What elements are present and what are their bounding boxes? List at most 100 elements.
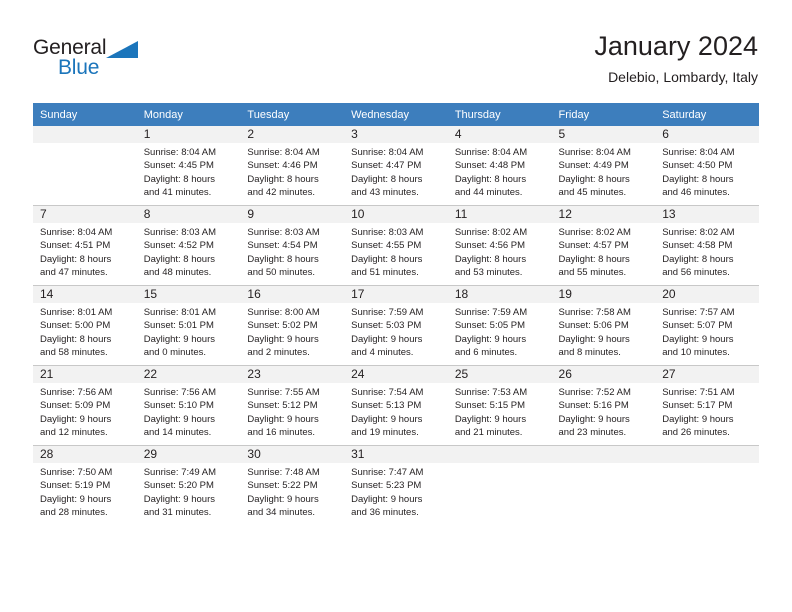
- day-cell-inner: [551, 446, 656, 525]
- calendar-day-cell[interactable]: 27 Sunrise: 7:51 AM Sunset: 5:17 PM Dayligh…: [655, 365, 759, 446]
- day-detail-lines: Sunrise: 8:04 AM Sunset: 4:49 PM Daylight:…: [552, 143, 656, 200]
- daylight-text-cont: and 43 minutes.: [351, 187, 419, 199]
- daylight-text: Daylight: 9 hours: [558, 333, 630, 345]
- daylight-text-cont: and 16 minutes.: [247, 427, 316, 439]
- calendar-day-cell[interactable]: 7 Sunrise: 8:04 AM Sunset: 4:51 PM Daylight…: [33, 205, 137, 286]
- month-calendar: Sunday Monday Tuesday Wednesday Thursday…: [33, 103, 759, 525]
- daylight-text-cont: and 10 minutes.: [662, 347, 730, 359]
- calendar-day-cell[interactable]: 2 Sunrise: 8:04 AM Sunset: 4:46 PM Daylight…: [240, 126, 345, 206]
- day-detail-lines: Sunrise: 8:04 AM Sunset: 4:45 PM Daylight:…: [137, 143, 241, 200]
- calendar-day-cell[interactable]: 18 Sunrise: 7:59 AM Sunset: 5:05 PM Dayligh…: [447, 285, 552, 366]
- daylight-text-cont: and 19 minutes.: [351, 427, 419, 439]
- sunset-text: Sunset: 5:17 PM: [662, 400, 733, 412]
- calendar-day-cell[interactable]: 29 Sunrise: 7:49 AM Sunset: 5:20 PM Dayligh…: [136, 445, 241, 525]
- calendar-day-cell[interactable]: 30 Sunrise: 7:48 AM Sunset: 5:22 PM Dayligh…: [240, 445, 345, 525]
- calendar-day-cell[interactable]: 3 Sunrise: 8:04 AM Sunset: 4:47 PM Daylight…: [344, 126, 448, 206]
- day-detail-lines: Sunrise: 8:04 AM Sunset: 4:48 PM Daylight:…: [448, 143, 552, 200]
- calendar-day-cell[interactable]: 24 Sunrise: 7:54 AM Sunset: 5:13 PM Dayligh…: [344, 365, 448, 446]
- day-number: 27: [655, 366, 759, 383]
- day-number: 4: [447, 126, 552, 143]
- day-number: 11: [447, 206, 552, 223]
- sunset-text: Sunset: 4:56 PM: [454, 240, 526, 252]
- day-number: 16: [240, 286, 345, 303]
- sunset-text: Sunset: 4:52 PM: [143, 240, 214, 252]
- calendar-day-cell[interactable]: 10 Sunrise: 8:03 AM Sunset: 4:55 PM Dayligh…: [344, 205, 448, 286]
- calendar-day-cell[interactable]: 26 Sunrise: 7:52 AM Sunset: 5:16 PM Dayligh…: [551, 365, 656, 446]
- calendar-day-cell[interactable]: 11 Sunrise: 8:02 AM Sunset: 4:56 PM Dayligh…: [447, 205, 552, 286]
- daylight-text: Daylight: 8 hours: [558, 173, 630, 185]
- calendar-day-cell[interactable]: 12 Sunrise: 8:02 AM Sunset: 4:57 PM Dayligh…: [551, 205, 656, 286]
- sunrise-text: Sunrise: 8:04 AM: [40, 227, 113, 238]
- day-number: 29: [136, 446, 241, 463]
- day-cell-inner: 30 Sunrise: 7:48 AM Sunset: 5:22 PM Dayligh…: [240, 446, 345, 525]
- day-number: [447, 446, 552, 463]
- daylight-text-cont: and 36 minutes.: [351, 507, 419, 519]
- sunrise-text: Sunrise: 8:04 AM: [351, 147, 424, 158]
- day-detail-lines: Sunrise: 7:58 AM Sunset: 5:06 PM Daylight:…: [552, 303, 656, 360]
- calendar-day-cell[interactable]: 14 Sunrise: 8:01 AM Sunset: 5:00 PM Dayligh…: [33, 285, 137, 366]
- day-cell-inner: 12 Sunrise: 8:02 AM Sunset: 4:57 PM Dayligh…: [551, 206, 656, 285]
- day-number: 7: [33, 206, 137, 223]
- day-cell-inner: 13 Sunrise: 8:02 AM Sunset: 4:58 PM Dayligh…: [655, 206, 759, 285]
- day-cell-inner: 26 Sunrise: 7:52 AM Sunset: 5:16 PM Dayligh…: [551, 366, 656, 445]
- general-blue-logo: General Blue: [33, 36, 163, 84]
- weekday-header-sunday: Sunday: [33, 103, 137, 126]
- daylight-text-cont: and 46 minutes.: [662, 187, 730, 199]
- day-number: 9: [240, 206, 345, 223]
- day-number: 12: [551, 206, 656, 223]
- day-detail-lines: Sunrise: 7:59 AM Sunset: 5:05 PM Daylight:…: [448, 303, 552, 360]
- calendar-day-cell[interactable]: 9 Sunrise: 8:03 AM Sunset: 4:54 PM Daylight…: [240, 205, 345, 286]
- calendar-day-cell[interactable]: 8 Sunrise: 8:03 AM Sunset: 4:52 PM Daylight…: [136, 205, 241, 286]
- calendar-day-cell[interactable]: 1 Sunrise: 8:04 AM Sunset: 4:45 PM Daylight…: [136, 126, 241, 206]
- day-cell-inner: 23 Sunrise: 7:55 AM Sunset: 5:12 PM Dayligh…: [240, 366, 345, 445]
- day-number: 3: [344, 126, 448, 143]
- weekday-header-tuesday: Tuesday: [240, 103, 345, 126]
- sunset-text: Sunset: 5:02 PM: [247, 320, 318, 332]
- sunset-text: Sunset: 5:05 PM: [454, 320, 526, 332]
- calendar-day-cell[interactable]: 21 Sunrise: 7:56 AM Sunset: 5:09 PM Dayligh…: [33, 365, 137, 446]
- calendar-day-cell[interactable]: 19 Sunrise: 7:58 AM Sunset: 5:06 PM Dayligh…: [551, 285, 656, 366]
- day-detail-lines: Sunrise: 7:52 AM Sunset: 5:16 PM Daylight:…: [552, 383, 656, 440]
- sunset-text: Sunset: 4:55 PM: [351, 240, 422, 252]
- day-cell-inner: 4 Sunrise: 8:04 AM Sunset: 4:48 PM Daylight…: [447, 126, 552, 205]
- day-detail-lines: Sunrise: 8:02 AM Sunset: 4:56 PM Daylight:…: [448, 223, 552, 280]
- calendar-day-cell[interactable]: 13 Sunrise: 8:02 AM Sunset: 4:58 PM Dayligh…: [655, 205, 759, 286]
- sunset-text: Sunset: 5:10 PM: [143, 400, 214, 412]
- calendar-day-cell[interactable]: 23 Sunrise: 7:55 AM Sunset: 5:12 PM Dayligh…: [240, 365, 345, 446]
- calendar-day-cell[interactable]: 22 Sunrise: 7:56 AM Sunset: 5:10 PM Dayligh…: [136, 365, 241, 446]
- sunrise-text: Sunrise: 8:00 AM: [247, 307, 320, 318]
- daylight-text: Daylight: 9 hours: [143, 493, 215, 505]
- sunset-text: Sunset: 5:20 PM: [143, 480, 214, 492]
- sunset-text: Sunset: 5:22 PM: [247, 480, 318, 492]
- day-cell-inner: [33, 126, 137, 205]
- sunset-text: Sunset: 5:13 PM: [351, 400, 422, 412]
- day-cell-inner: 16 Sunrise: 8:00 AM Sunset: 5:02 PM Dayligh…: [240, 286, 345, 365]
- day-number: 18: [447, 286, 552, 303]
- daylight-text: Daylight: 8 hours: [351, 173, 423, 185]
- daylight-text: Daylight: 8 hours: [247, 173, 319, 185]
- calendar-day-cell[interactable]: 20 Sunrise: 7:57 AM Sunset: 5:07 PM Dayligh…: [655, 285, 759, 366]
- day-number: 25: [447, 366, 552, 383]
- day-number: 15: [136, 286, 241, 303]
- page-title: January 2024: [594, 31, 758, 61]
- calendar-day-cell[interactable]: 28 Sunrise: 7:50 AM Sunset: 5:19 PM Dayligh…: [33, 445, 137, 525]
- calendar-day-cell[interactable]: 6 Sunrise: 8:04 AM Sunset: 4:50 PM Daylight…: [655, 126, 759, 206]
- calendar-day-cell[interactable]: 15 Sunrise: 8:01 AM Sunset: 5:01 PM Dayligh…: [136, 285, 241, 366]
- sunset-text: Sunset: 4:54 PM: [247, 240, 318, 252]
- calendar-day-cell[interactable]: 4 Sunrise: 8:04 AM Sunset: 4:48 PM Daylight…: [447, 126, 552, 206]
- calendar-day-cell[interactable]: 16 Sunrise: 8:00 AM Sunset: 5:02 PM Dayligh…: [240, 285, 345, 366]
- daylight-text-cont: and 2 minutes.: [247, 347, 310, 359]
- calendar-day-cell[interactable]: 5 Sunrise: 8:04 AM Sunset: 4:49 PM Daylight…: [551, 126, 656, 206]
- calendar-day-cell[interactable]: 17 Sunrise: 7:59 AM Sunset: 5:03 PM Dayligh…: [344, 285, 448, 366]
- calendar-day-cell[interactable]: 31 Sunrise: 7:47 AM Sunset: 5:23 PM Dayligh…: [344, 445, 448, 525]
- day-number: [33, 126, 137, 143]
- sunset-text: Sunset: 4:50 PM: [662, 160, 733, 172]
- calendar-day-cell[interactable]: 25 Sunrise: 7:53 AM Sunset: 5:15 PM Dayligh…: [447, 365, 552, 446]
- sunset-text: Sunset: 5:07 PM: [662, 320, 733, 332]
- day-cell-inner: 10 Sunrise: 8:03 AM Sunset: 4:55 PM Dayligh…: [344, 206, 448, 285]
- weekday-header-monday: Monday: [136, 103, 241, 126]
- day-number: 24: [344, 366, 448, 383]
- day-cell-inner: 1 Sunrise: 8:04 AM Sunset: 4:45 PM Daylight…: [136, 126, 241, 205]
- daylight-text-cont: and 6 minutes.: [454, 347, 518, 359]
- sunset-text: Sunset: 4:48 PM: [454, 160, 526, 172]
